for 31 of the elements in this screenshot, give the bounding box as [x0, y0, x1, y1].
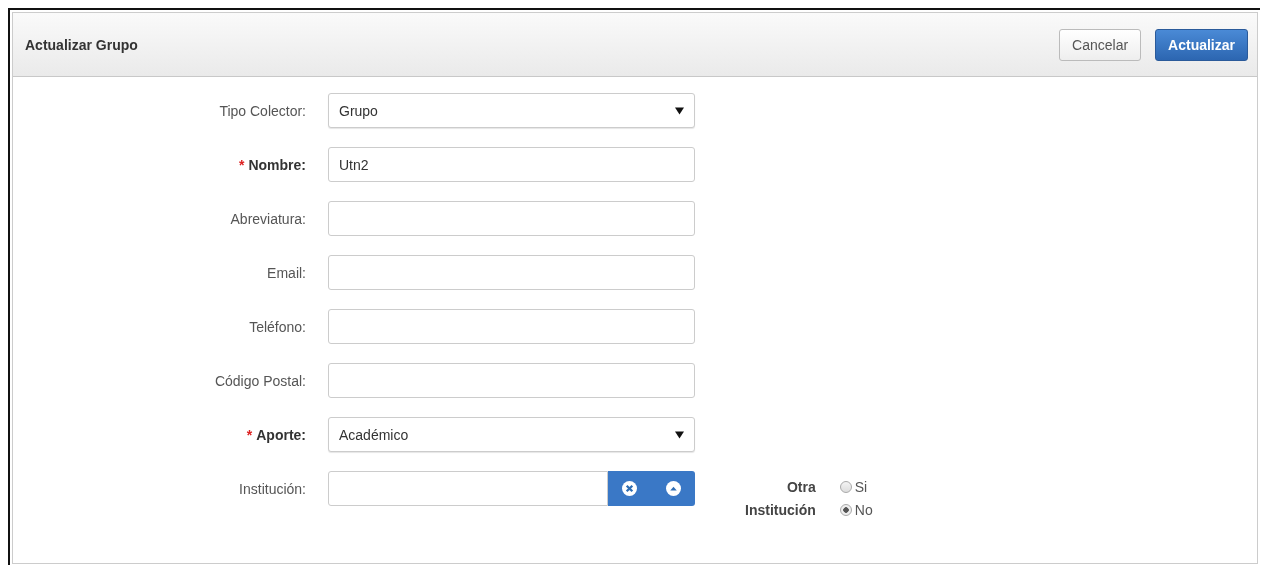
caret-icon: [675, 430, 684, 439]
cancel-button[interactable]: Cancelar: [1059, 28, 1142, 61]
text-field[interactable]: [328, 363, 695, 398]
select-field[interactable]: Académico: [328, 417, 695, 452]
required-mark: *: [239, 156, 245, 173]
field-label: Tipo Colector:: [219, 102, 306, 119]
field-label: Institución:: [239, 480, 306, 497]
radio-button[interactable]: [839, 481, 852, 493]
radio-group-label: Otra: [787, 477, 816, 497]
field-label: Email:: [267, 264, 306, 281]
field-label: Nombre:: [248, 156, 306, 173]
radio-group-label: Institución: [745, 500, 816, 520]
text-field[interactable]: [328, 201, 695, 236]
text-field[interactable]: [328, 309, 695, 344]
caret-icon: [675, 106, 684, 115]
radio-option[interactable]: Si: [839, 475, 873, 499]
field-label: Código Postal:: [214, 372, 306, 389]
field-label: Abreviatura:: [230, 210, 306, 227]
required-mark: *: [246, 426, 253, 443]
radio-button[interactable]: [839, 504, 852, 516]
text-field[interactable]: Utn2: [328, 147, 695, 182]
update-button[interactable]: Actualizar: [1155, 28, 1248, 61]
text-field[interactable]: [328, 255, 695, 290]
lookup-field[interactable]: [328, 471, 608, 506]
field-label: Aporte:: [256, 426, 306, 443]
select-field[interactable]: Grupo: [328, 93, 695, 128]
field-label: Teléfono:: [249, 318, 306, 335]
panel-title: Actualizar Grupo: [25, 36, 138, 53]
radio-option[interactable]: No: [839, 498, 873, 522]
clear-icon[interactable]: [622, 481, 638, 496]
collapse-icon[interactable]: [665, 481, 681, 496]
